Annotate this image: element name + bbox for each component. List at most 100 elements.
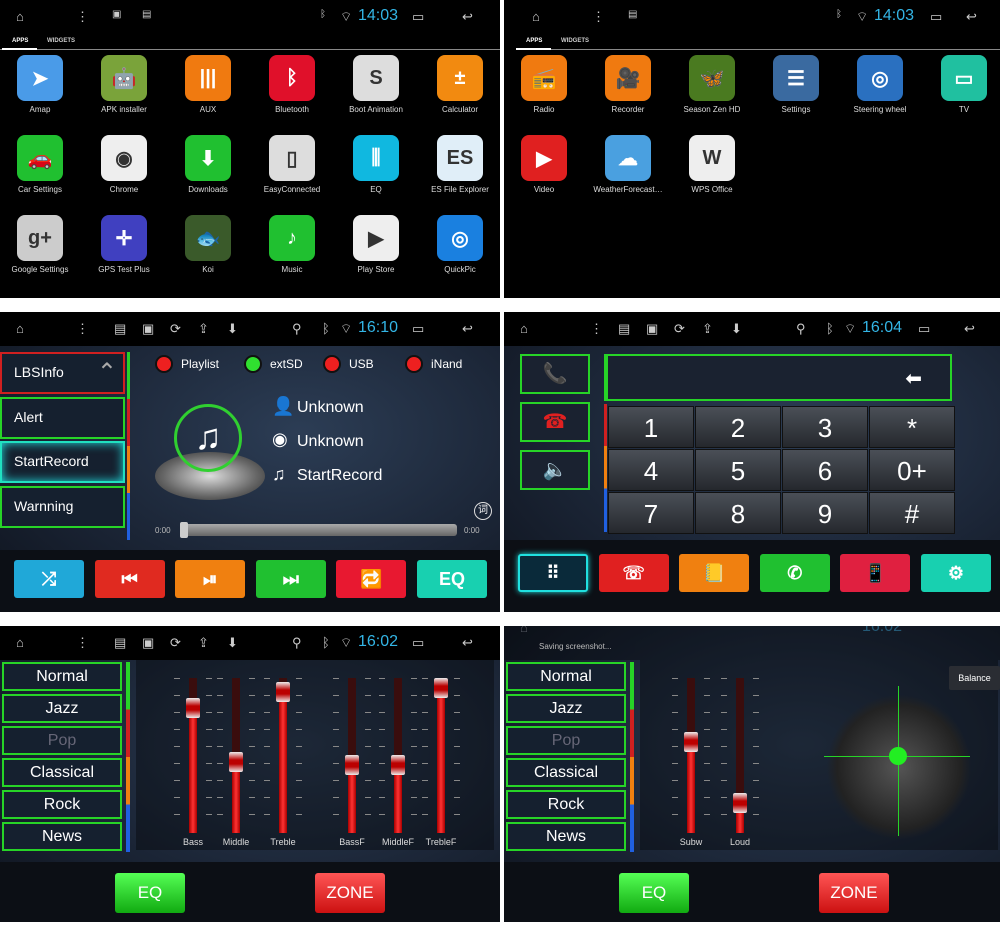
slider-bassf[interactable] (333, 678, 371, 833)
app-wps-office[interactable]: W WPS Office (672, 135, 752, 194)
recent-apps-icon[interactable]: ▭ (412, 9, 424, 25)
menu-icon[interactable]: ⋮ (76, 9, 89, 25)
settings-button[interactable]: ⚙ (921, 554, 991, 592)
key-7[interactable]: 7 (608, 492, 694, 534)
preset-news[interactable]: News (506, 822, 626, 851)
slider-knob[interactable] (186, 698, 200, 719)
eq-button[interactable]: EQ (619, 873, 689, 913)
slider-bass[interactable] (174, 678, 212, 833)
menu-alert[interactable]: Alert (0, 397, 125, 439)
preset-normal[interactable]: Normal (506, 662, 626, 691)
call-log-button[interactable]: ☏ (598, 554, 669, 592)
key-2[interactable]: 2 (695, 406, 781, 448)
key-6[interactable]: 6 (782, 449, 868, 491)
repeat-button[interactable]: 🔁 (336, 560, 407, 598)
app-music[interactable]: ♪ Music (252, 215, 332, 274)
recent-apps-icon[interactable]: ▭ (412, 321, 424, 337)
preset-classical[interactable]: Classical (506, 758, 626, 787)
key-3[interactable]: 3 (782, 406, 868, 448)
menu-icon[interactable]: ⋮ (76, 635, 89, 651)
home-icon[interactable]: ⌂ (16, 321, 24, 336)
key-9[interactable]: 9 (782, 492, 868, 534)
backspace-icon[interactable]: ⬅ (905, 366, 922, 391)
home-icon[interactable]: ⌂ (520, 321, 528, 336)
shuffle-button[interactable]: ⤮ (14, 560, 84, 598)
chevron-up-icon[interactable]: ⌃ (97, 358, 117, 387)
zone-button[interactable]: ZONE (315, 873, 385, 913)
slider-middle[interactable] (217, 678, 255, 833)
app-car-settings[interactable]: 🚗 Car Settings (0, 135, 80, 194)
recent-apps-icon[interactable]: ▭ (930, 9, 942, 25)
app-gps-test-plus[interactable]: ✛ GPS Test Plus (84, 215, 164, 274)
app-bluetooth[interactable]: ᛒ Bluetooth (252, 55, 332, 114)
app-weatherforecast-[interactable]: ☁ WeatherForecast… (588, 135, 668, 194)
eq-button[interactable]: EQ (115, 873, 185, 913)
slider-loud[interactable] (721, 678, 759, 833)
app-es-file-explorer[interactable]: ES ES File Explorer (420, 135, 500, 194)
source-indicator[interactable] (405, 355, 423, 373)
app-play-store[interactable]: ▶ Play Store (336, 215, 416, 274)
app-easyconnected[interactable]: ▯ EasyConnected (252, 135, 332, 194)
app-google-settings[interactable]: g+ Google Settings (0, 215, 80, 274)
bt-call-button[interactable]: ✆ (759, 554, 830, 592)
slider-treblef[interactable] (422, 678, 460, 833)
contacts-button[interactable]: 📒 (679, 554, 750, 592)
key-*[interactable]: * (869, 406, 955, 448)
device-button[interactable]: 📱 (840, 554, 911, 592)
number-input[interactable]: ⬅ (604, 354, 952, 401)
play-pause-button[interactable]: ⏯ (175, 560, 246, 598)
slider-subw[interactable] (672, 678, 710, 833)
preset-jazz[interactable]: Jazz (506, 694, 626, 723)
preset-normal[interactable]: Normal (2, 662, 122, 691)
home-icon[interactable]: ⌂ (16, 9, 24, 24)
source-label-usb[interactable]: USB (349, 357, 374, 371)
source-indicator[interactable] (244, 355, 262, 373)
back-icon[interactable]: ↩ (462, 9, 473, 25)
progress-thumb[interactable] (180, 522, 188, 538)
app-recorder[interactable]: 🎥 Recorder (588, 55, 668, 114)
slider-treble[interactable] (264, 678, 302, 833)
source-label-extsd[interactable]: extSD (270, 357, 303, 371)
slider-middlef[interactable] (379, 678, 417, 833)
preset-news[interactable]: News (2, 822, 122, 851)
app-season-zen-hd[interactable]: 🦋 Season Zen HD (672, 55, 752, 114)
menu-icon[interactable]: ⋮ (590, 321, 603, 337)
app-koi[interactable]: 🐟 Koi (168, 215, 248, 274)
back-icon[interactable]: ↩ (964, 321, 975, 337)
key-5[interactable]: 5 (695, 449, 781, 491)
recent-apps-icon[interactable]: ▭ (918, 321, 930, 337)
slider-knob[interactable] (733, 792, 747, 813)
source-indicator[interactable] (323, 355, 341, 373)
eq-button[interactable]: EQ (417, 560, 487, 598)
slider-knob[interactable] (345, 754, 359, 775)
menu-icon[interactable]: ⋮ (76, 321, 89, 337)
preset-jazz[interactable]: Jazz (2, 694, 122, 723)
slider-knob[interactable] (391, 754, 405, 775)
app-settings[interactable]: ☰ Settings (756, 55, 836, 114)
source-indicator[interactable] (155, 355, 173, 373)
balance-button[interactable]: Balance (949, 666, 1000, 690)
back-icon[interactable]: ↩ (966, 9, 977, 25)
home-icon[interactable]: ⌂ (532, 9, 540, 24)
home-icon[interactable]: ⌂ (16, 635, 24, 650)
source-label-playlist[interactable]: Playlist (181, 357, 219, 371)
app-quickpic[interactable]: ◎ QuickPic (420, 215, 500, 274)
menu-lbsinfo[interactable]: LBSInfo ⌃ (0, 352, 125, 394)
balance-handle[interactable] (889, 747, 907, 765)
progress-slider[interactable] (180, 522, 457, 538)
menu-startrecord[interactable]: StartRecord (0, 441, 125, 483)
preset-classical[interactable]: Classical (2, 758, 122, 787)
source-label-inand[interactable]: iNand (431, 357, 462, 371)
slider-knob[interactable] (684, 732, 698, 752)
slider-knob[interactable] (229, 752, 243, 773)
back-icon[interactable]: ↩ (462, 321, 473, 337)
previous-button[interactable]: ⏮ (94, 560, 165, 598)
back-icon[interactable]: ↩ (462, 635, 473, 651)
call-button[interactable]: 📞 (520, 354, 590, 394)
volume-button[interactable]: 🔈 (520, 450, 590, 490)
app-boot-animation[interactable]: S Boot Animation (336, 55, 416, 114)
app-aux[interactable]: ||| AUX (168, 55, 248, 114)
app-chrome[interactable]: ◉ Chrome (84, 135, 164, 194)
preset-rock[interactable]: Rock (2, 790, 122, 819)
tab-widgets[interactable]: WIDGETS (561, 38, 589, 44)
